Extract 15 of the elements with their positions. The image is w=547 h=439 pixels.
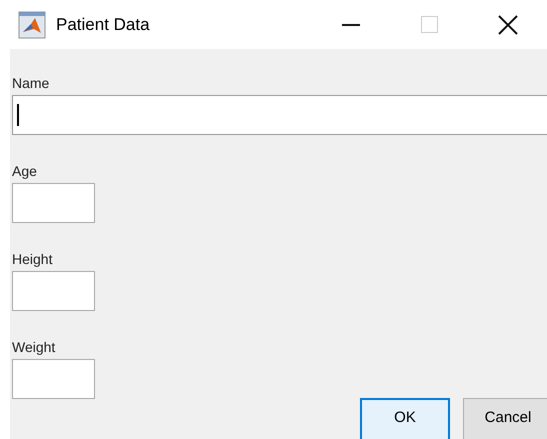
app-icon bbox=[18, 10, 46, 38]
field-label: Weight bbox=[12, 339, 56, 355]
cancel-button[interactable]: Cancel bbox=[463, 398, 547, 439]
field-label: Height bbox=[12, 251, 54, 267]
close-icon bbox=[497, 14, 519, 36]
maximize-icon bbox=[421, 16, 439, 34]
text-field[interactable] bbox=[12, 359, 95, 399]
ok-button[interactable]: OK bbox=[360, 398, 450, 439]
text-field[interactable] bbox=[12, 271, 95, 311]
text-field[interactable] bbox=[12, 95, 547, 135]
field-label: Name bbox=[12, 75, 50, 91]
text-field[interactable] bbox=[12, 183, 95, 223]
window-title: Patient Data bbox=[56, 14, 150, 36]
field-label: Age bbox=[12, 163, 38, 179]
minimize-icon bbox=[342, 22, 362, 26]
